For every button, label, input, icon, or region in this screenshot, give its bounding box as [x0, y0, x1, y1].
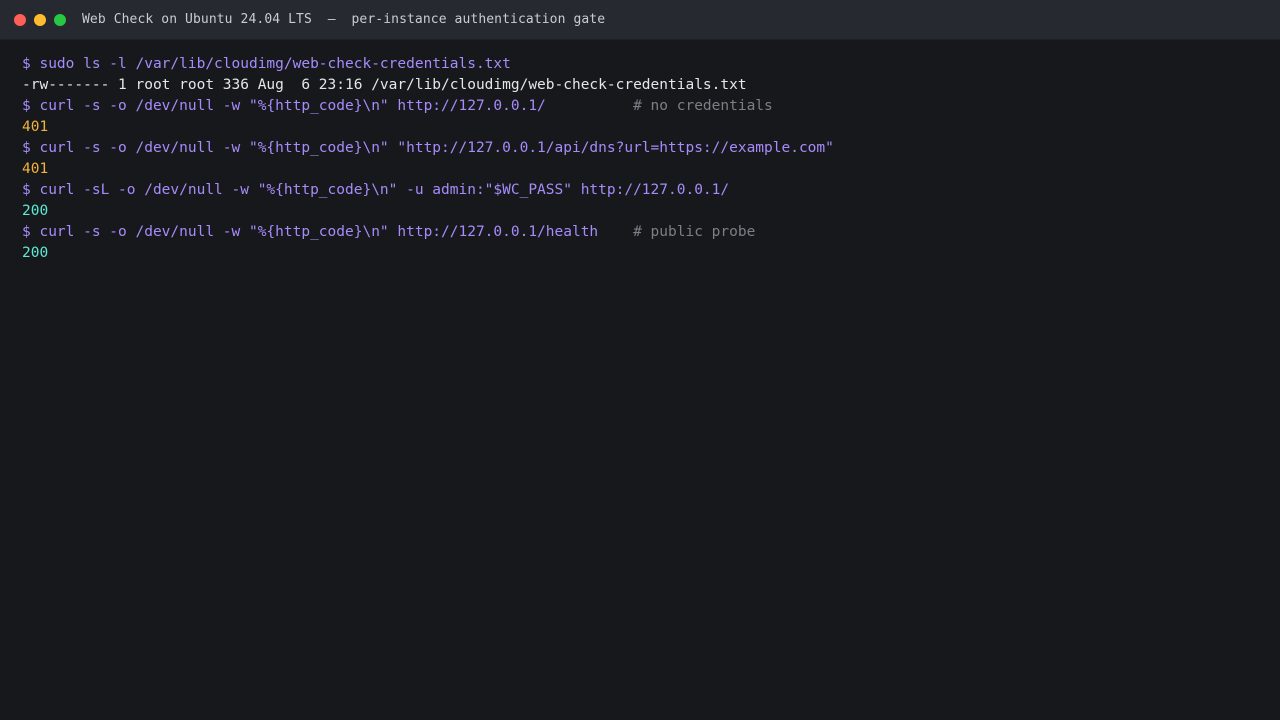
window-controls [14, 13, 74, 26]
terminal-line-10: 200 [22, 243, 1258, 264]
status-code-output: 200 [22, 203, 49, 219]
terminal-line-2: -rw------- 1 root root 336 Aug 6 23:16 /… [22, 75, 1258, 96]
command-text: $ curl -s -o /dev/null -w "%{http_code}\… [22, 224, 634, 240]
command-text: $ curl -s -o /dev/null -w "%{http_code}\… [22, 140, 834, 156]
close-button[interactable] [14, 13, 26, 26]
terminal-line-9: $ curl -s -o /dev/null -w "%{http_code}\… [22, 222, 1258, 243]
title-bar: Web Check on Ubuntu 24.04 LTS – per-inst… [0, 0, 1280, 40]
terminal-line-7: $ curl -sL -o /dev/null -w "%{http_code}… [22, 180, 1258, 201]
terminal-window: Web Check on Ubuntu 24.04 LTS – per-inst… [0, 0, 1280, 720]
terminal-line-8: 200 [22, 201, 1258, 222]
command-text: $ curl -s -o /dev/null -w "%{http_code}\… [22, 98, 634, 114]
window-title: Web Check on Ubuntu 24.04 LTS – per-inst… [82, 12, 606, 27]
command-text: $ curl -sL -o /dev/null -w "%{http_code}… [22, 182, 730, 198]
status-code-output: 401 [22, 161, 49, 177]
command-comment: # public probe [633, 224, 756, 240]
status-code-output: 401 [22, 119, 49, 135]
command-text: $ sudo ls -l /var/lib/cloudimg/web-check… [22, 56, 511, 72]
terminal-line-5: $ curl -s -o /dev/null -w "%{http_code}\… [22, 138, 1258, 159]
terminal-line-6: 401 [22, 159, 1258, 180]
terminal-output[interactable]: $ sudo ls -l /var/lib/cloudimg/web-check… [22, 54, 1258, 264]
terminal-line-3: $ curl -s -o /dev/null -w "%{http_code}\… [22, 96, 1258, 117]
output-text: -rw------- 1 root root 336 Aug 6 23:16 /… [22, 77, 747, 93]
terminal-line-1: $ sudo ls -l /var/lib/cloudimg/web-check… [22, 54, 1258, 75]
status-code-output: 200 [22, 245, 49, 261]
terminal-line-4: 401 [22, 117, 1258, 138]
maximize-button[interactable] [54, 13, 66, 26]
minimize-button[interactable] [34, 13, 46, 26]
command-comment: # no credentials [633, 98, 773, 114]
